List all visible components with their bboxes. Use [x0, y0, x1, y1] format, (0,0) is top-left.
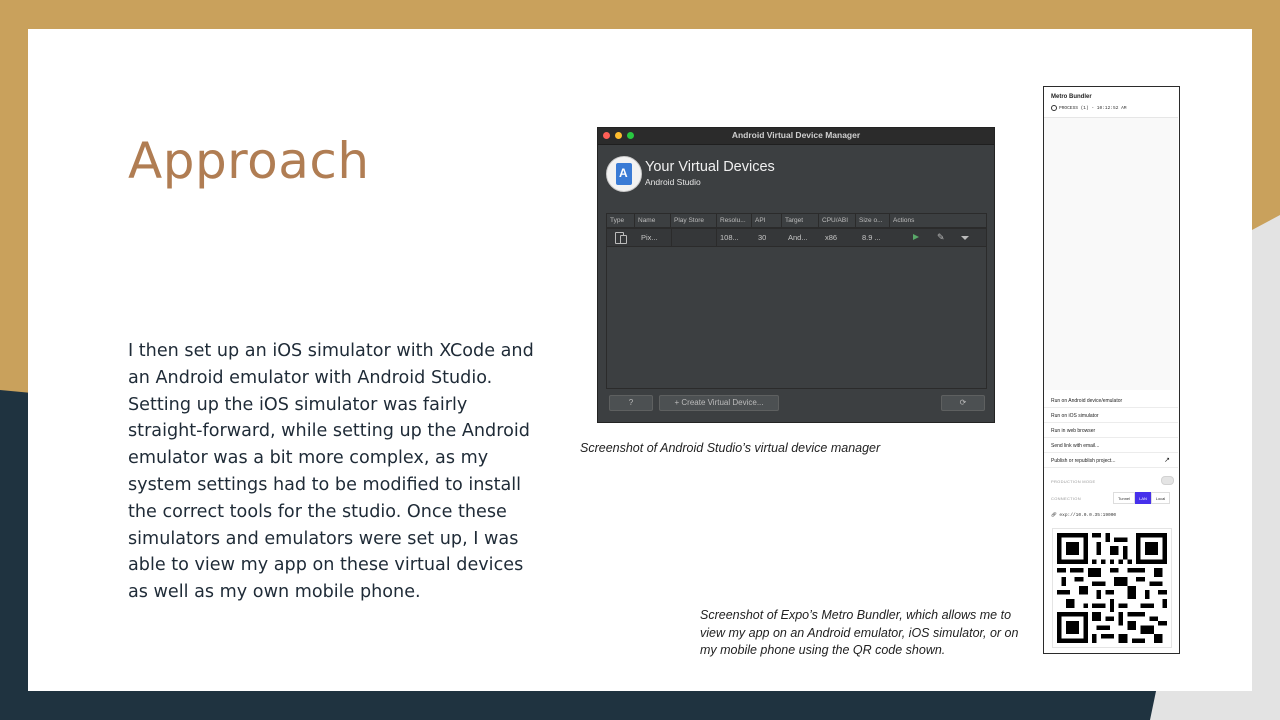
- column-header-play-store[interactable]: Play Store: [671, 214, 717, 227]
- refresh-icon: ⟳: [959, 398, 967, 407]
- avd-titlebar: Android Virtual Device Manager: [598, 128, 994, 145]
- create-virtual-device-button[interactable]: + Create Virtual Device...: [659, 395, 779, 411]
- avd-bottom-bar: ? + Create Virtual Device... ⟳: [598, 390, 994, 422]
- metro-process-status[interactable]: PROCESS (1) - 10:12:52 AM: [1051, 105, 1127, 111]
- metro-log-area: [1044, 118, 1178, 390]
- slide-body-text: I then set up an iOS simulator with XCod…: [128, 341, 534, 603]
- column-header-resolution[interactable]: Resolu...: [717, 214, 752, 227]
- column-header-cpu[interactable]: CPU/ABI: [819, 214, 856, 227]
- avd-subheading: Android Studio: [645, 177, 701, 187]
- expo-url-text: exp://10.0.0.35:19000: [1059, 513, 1117, 518]
- avd-device-table: Type Name Play Store Resolu... API Targe…: [606, 213, 987, 389]
- qr-code-container: [1052, 528, 1172, 648]
- publish-project-button[interactable]: Publish or republish project... ↗: [1044, 454, 1178, 468]
- slide-title: Approach: [128, 132, 370, 190]
- column-header-actions: Actions: [890, 214, 986, 227]
- device-play-store: [671, 229, 717, 246]
- metro-bundler-screenshot: Metro Bundler PROCESS (1) - 10:12:52 AM …: [1043, 86, 1180, 654]
- qr-code-image: [1057, 533, 1167, 643]
- device-api: 30: [758, 233, 767, 242]
- table-row[interactable]: Pix... 108... 30 And... x86 8.9 ... ✎: [607, 229, 986, 246]
- column-header-name[interactable]: Name: [635, 214, 671, 227]
- refresh-button[interactable]: ⟳: [941, 395, 985, 411]
- column-header-api[interactable]: API: [752, 214, 782, 227]
- device-target: And...: [788, 233, 808, 242]
- connection-tunnel-option[interactable]: Tunnel: [1113, 492, 1135, 504]
- metro-process-text: PROCESS (1) - 10:12:52 AM: [1059, 106, 1127, 112]
- process-icon: [1051, 105, 1057, 111]
- production-mode-toggle[interactable]: [1161, 476, 1174, 485]
- avd-heading: Your Virtual Devices: [645, 159, 775, 175]
- help-button[interactable]: ?: [609, 395, 653, 411]
- device-size: 8.9 ...: [862, 233, 881, 242]
- publish-project-label: Publish or republish project...: [1051, 458, 1116, 464]
- column-header-size[interactable]: Size o...: [856, 214, 890, 227]
- run-android-button[interactable]: Run on Android device/emulator: [1044, 394, 1178, 408]
- production-mode-label: PRODUCTION MODE: [1051, 479, 1096, 484]
- send-email-button[interactable]: Send link with email...: [1044, 439, 1178, 453]
- connection-lan-option[interactable]: LAN: [1135, 492, 1151, 504]
- avd-manager-screenshot: Android Virtual Device Manager A Your Vi…: [597, 127, 995, 423]
- pencil-icon[interactable]: ✎: [937, 232, 945, 243]
- metro-caption: Screenshot of Expo’s Metro Bundler, whic…: [700, 608, 1019, 657]
- avd-window-title: Android Virtual Device Manager: [731, 130, 861, 140]
- expo-url[interactable]: 🔗︎ exp://10.0.0.35:19000: [1051, 513, 1116, 518]
- android-studio-logo-icon: A: [606, 156, 642, 192]
- device-cpu: x86: [825, 233, 838, 242]
- avd-header: A Your Virtual Devices Android Studio: [606, 156, 986, 194]
- avd-table-empty-area: [607, 247, 986, 388]
- run-web-button[interactable]: Run in web browser: [1044, 424, 1178, 438]
- avd-caption: Screenshot of Android Studio’s virtual d…: [580, 441, 881, 455]
- metro-title: Metro Bundler: [1051, 94, 1092, 100]
- play-icon[interactable]: [913, 234, 919, 240]
- run-ios-button[interactable]: Run on iOS simulator: [1044, 409, 1178, 423]
- chevron-down-icon[interactable]: [961, 236, 969, 240]
- device-resolution: 108...: [720, 233, 739, 242]
- connection-label: CONNECTION: [1051, 496, 1081, 501]
- connection-local-option[interactable]: Local: [1151, 492, 1170, 504]
- external-arrow-icon: ↗: [1164, 457, 1170, 464]
- device-name: Pix...: [641, 233, 658, 242]
- metro-header: Metro Bundler PROCESS (1) - 10:12:52 AM: [1044, 87, 1178, 118]
- column-header-target[interactable]: Target: [782, 214, 819, 227]
- column-header-type[interactable]: Type: [607, 214, 635, 227]
